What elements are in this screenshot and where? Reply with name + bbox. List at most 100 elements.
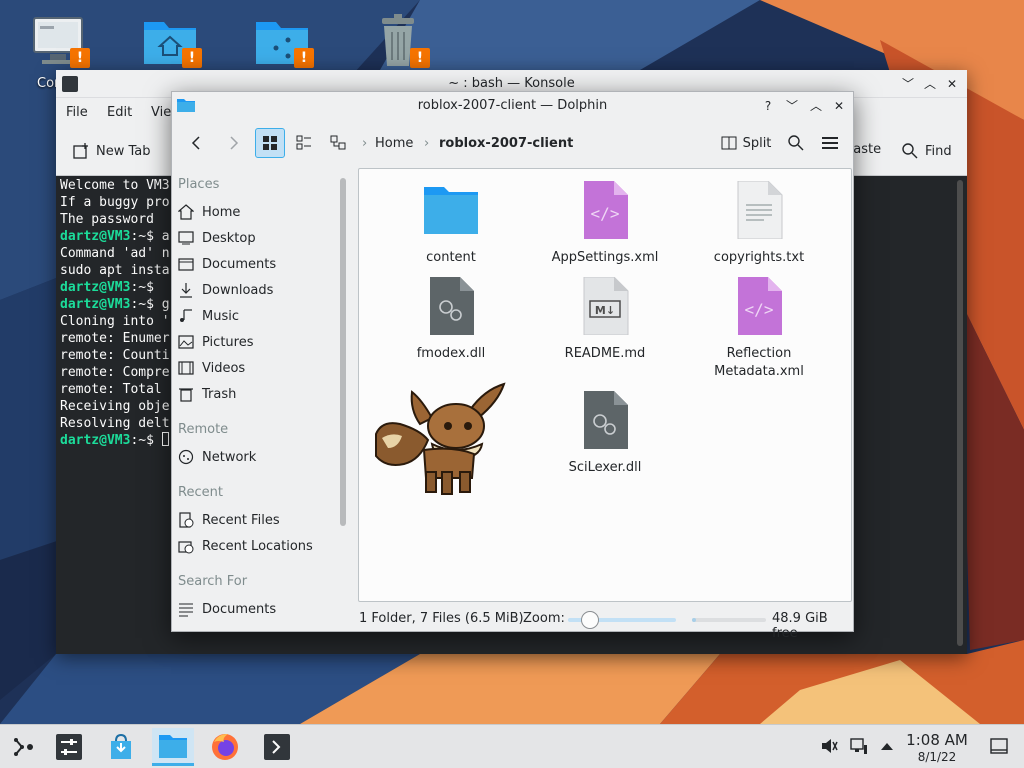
terminal-text: remote: Total	[60, 382, 170, 397]
task-konsole[interactable]	[256, 728, 298, 766]
file-item[interactable]: </> Reflection Metadata.xml	[689, 277, 829, 381]
eevee-sprite[interactable]	[372, 380, 508, 498]
sidebar-scrollbar[interactable]	[340, 178, 346, 526]
dolphin-titlebar[interactable]: roblox-2007-client — Dolphin ? ﹀ ︿ ✕	[172, 92, 853, 120]
task-system-settings[interactable]	[48, 728, 90, 766]
help-icon[interactable]: ?	[759, 97, 777, 115]
folder-icon	[424, 187, 478, 234]
sidebar-item-downloads[interactable]: Downloads	[178, 278, 328, 302]
maximize-icon[interactable]: ︿	[921, 75, 939, 93]
file-item[interactable]: M↓ README.md	[535, 276, 675, 363]
sidebar-item-home[interactable]: Home	[178, 200, 328, 224]
svg-text:</>: </>	[591, 204, 620, 223]
split-view-icon	[721, 136, 737, 150]
close-icon[interactable]: ✕	[830, 97, 848, 115]
minimize-icon[interactable]: ﹀	[783, 97, 801, 115]
show-desktop-icon[interactable]	[990, 737, 1008, 755]
terminal-scrollbar[interactable]	[957, 180, 963, 646]
sidebar-item-label: Desktop	[202, 230, 256, 246]
minimize-icon[interactable]: ﹀	[899, 75, 917, 93]
dolphin-title: roblox-2007-client — Dolphin	[417, 98, 608, 113]
find-label: Find	[925, 143, 952, 159]
new-tab-icon	[73, 143, 88, 159]
file-name: AppSettings.xml	[551, 250, 659, 265]
dolphin-window[interactable]: roblox-2007-client — Dolphin ? ﹀ ︿ ✕ › H…	[171, 91, 854, 641]
grid-icon	[263, 136, 277, 150]
search-button[interactable]	[782, 128, 810, 158]
menu-file[interactable]: File	[66, 105, 88, 120]
pictures-icon	[178, 335, 194, 349]
file-item[interactable]: SciLexer.dll	[535, 391, 675, 477]
clock-date: 8/1/22	[917, 750, 957, 764]
forward-arrow-icon	[230, 136, 239, 150]
menu-edit[interactable]: Edit	[107, 105, 132, 120]
close-icon[interactable]: ✕	[943, 75, 961, 93]
breadcrumb-current[interactable]: roblox-2007-client	[439, 136, 573, 151]
file-name: README.md	[564, 346, 646, 361]
new-tab-button[interactable]: New Tab	[72, 142, 151, 160]
sidebar-item-music[interactable]: Music	[178, 304, 328, 328]
warning-badge: !	[410, 48, 430, 68]
download-icon	[180, 283, 192, 298]
sidebar-item-documents[interactable]: Documents	[178, 252, 328, 276]
file-name: Reflection Metadata.xml	[714, 346, 804, 379]
sidebar-item-search-documents[interactable]: Documents	[178, 597, 328, 621]
warning-badge: !	[294, 48, 314, 68]
muted-speaker-icon[interactable]	[820, 737, 838, 755]
sidebar-item-trash[interactable]: Trash	[178, 382, 328, 406]
search-icon	[788, 135, 804, 151]
sidebar-item-recent-locations[interactable]: Recent Locations	[178, 534, 328, 558]
terminal-text: If a buggy pro	[60, 195, 170, 210]
sidebar-item-desktop[interactable]: Desktop	[178, 226, 328, 250]
documents-icon	[178, 258, 194, 271]
places-panel: Places Home Desktop Documents Downloads …	[172, 168, 340, 632]
clock-time: 1:08 AM	[906, 731, 968, 749]
sidebar-item-pictures[interactable]: Pictures	[178, 330, 328, 354]
back-button[interactable]	[182, 128, 212, 158]
text-lines-icon	[179, 603, 193, 617]
sidebar-item-recent-files[interactable]: Recent Files	[178, 508, 328, 532]
zoom-slider[interactable]	[568, 611, 676, 629]
tray-expand-icon[interactable]	[878, 737, 896, 755]
music-note-icon	[180, 309, 192, 322]
application-launcher[interactable]	[2, 728, 44, 766]
sidebar-item-label: Videos	[202, 360, 246, 376]
terminal-text: Cloning into '	[60, 314, 170, 329]
hamburger-menu-button[interactable]	[816, 128, 844, 158]
network-wired-icon[interactable]	[850, 737, 868, 755]
file-item[interactable]: fmodex.dll	[381, 277, 521, 363]
details-view-button[interactable]	[323, 128, 353, 158]
shell-prompt: dartz@VM3	[60, 280, 131, 295]
zoom-slider-handle[interactable]	[580, 611, 599, 629]
icons-view-button[interactable]	[255, 128, 285, 158]
task-discover[interactable]	[100, 728, 142, 766]
file-item[interactable]: copyrights.txt	[689, 180, 829, 267]
free-space-bar	[692, 618, 766, 622]
menu-view[interactable]: Vie	[151, 105, 171, 120]
file-item[interactable]: </> AppSettings.xml	[535, 181, 675, 267]
sidebar-item-label: Trash	[202, 386, 237, 402]
sidebar-item-videos[interactable]: Videos	[178, 356, 328, 380]
breadcrumb-home[interactable]: Home	[375, 136, 413, 151]
forward-button[interactable]	[218, 128, 248, 158]
compact-view-button[interactable]	[289, 128, 319, 158]
breadcrumb-separator: ›	[362, 136, 368, 151]
digital-clock[interactable]: 1:08 AM 8/1/22	[896, 731, 978, 764]
text-file-icon	[737, 180, 783, 240]
hamburger-icon	[822, 137, 838, 149]
trash-icon	[179, 388, 193, 402]
sidebar-item-label: Home	[202, 204, 241, 220]
maximize-icon[interactable]: ︿	[807, 97, 825, 115]
task-firefox[interactable]	[204, 728, 246, 766]
sidebar-item-network[interactable]: Network	[178, 445, 328, 469]
split-button[interactable]: Split	[717, 128, 775, 158]
file-item[interactable]: content	[381, 181, 521, 267]
sidebar-item-label: Recent Files	[202, 512, 280, 528]
sidebar-item-label: Downloads	[202, 282, 274, 298]
terminal-text: sudo apt insta	[60, 263, 170, 278]
find-button[interactable]: Find	[901, 142, 952, 160]
split-label: Split	[742, 135, 772, 151]
task-dolphin[interactable]	[152, 728, 194, 766]
sidebar-item-label: Music	[202, 308, 239, 324]
search-for-header: Search For	[178, 574, 248, 589]
